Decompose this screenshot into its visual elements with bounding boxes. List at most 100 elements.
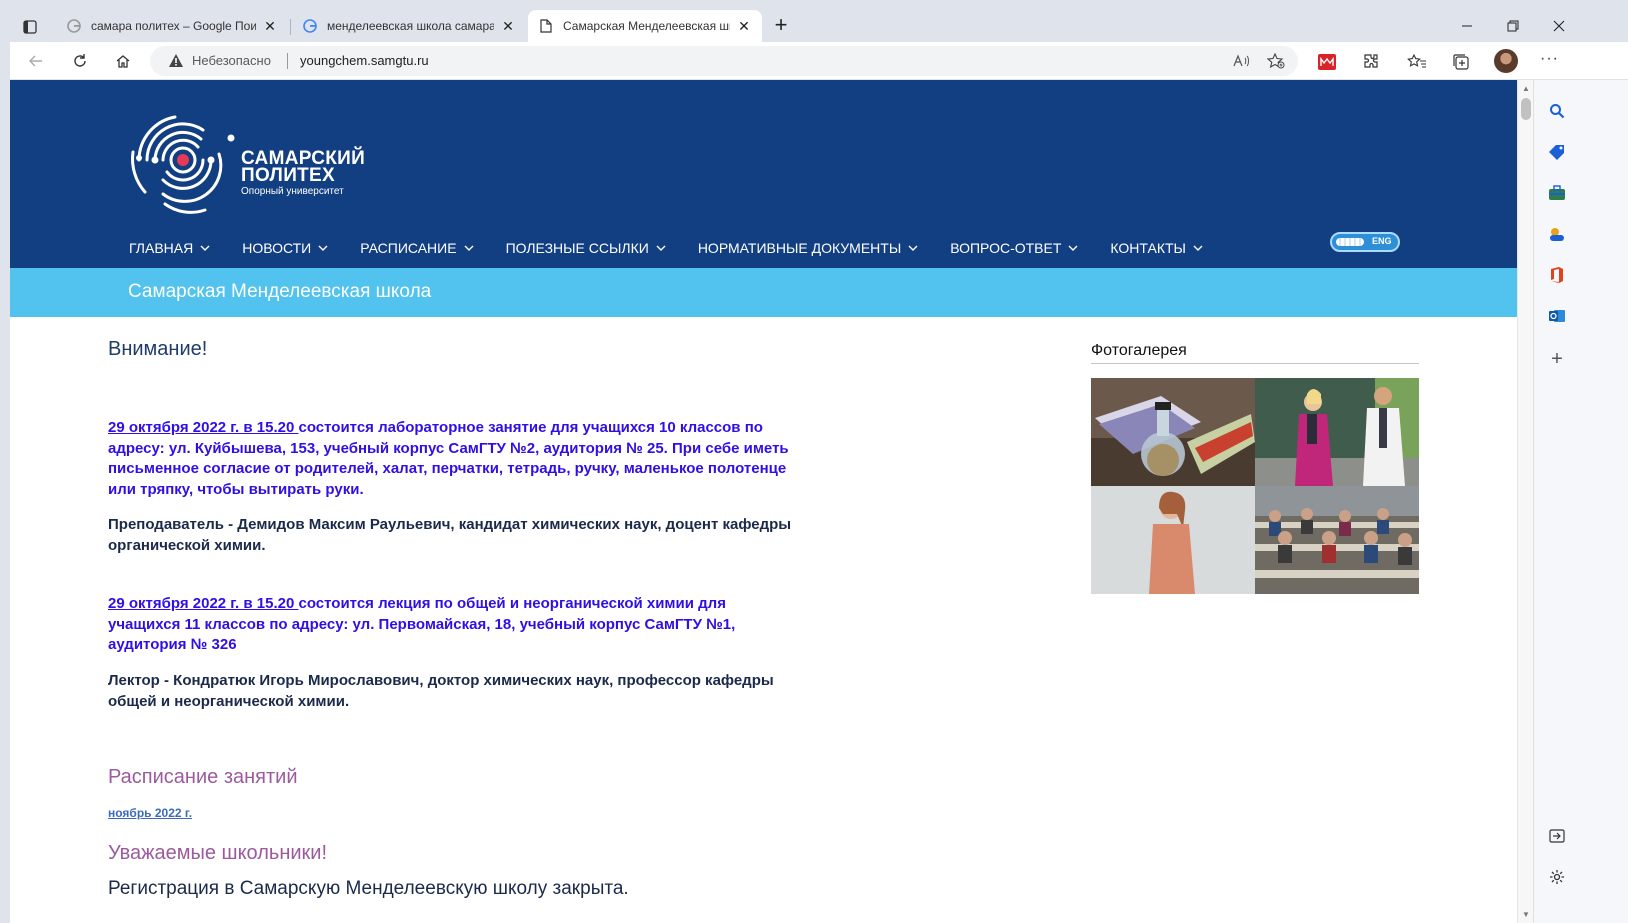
menu-label: НОВОСТИ <box>242 240 312 256</box>
close-tab-icon[interactable]: ✕ <box>500 18 516 34</box>
back-icon[interactable] <box>22 47 50 75</box>
teacher-info: Преподаватель - Демидов Максим Раульевич… <box>108 516 792 554</box>
close-window-button[interactable] <box>1536 10 1582 42</box>
office-icon[interactable] <box>1546 264 1568 286</box>
tab-title: менделеевская школа самара - <box>327 19 494 33</box>
notice-lecture: 29 октября 2022 г. в 15.20 состоится лек… <box>108 594 798 656</box>
toggle-knob <box>1336 238 1364 246</box>
logo-line-2: ПОЛИТЕХ <box>241 165 336 186</box>
collections-icon[interactable] <box>1450 51 1472 73</box>
menu-item-schedule[interactable]: РАСПИСАНИЕ <box>360 238 474 258</box>
chevron-down-icon <box>200 245 210 251</box>
gallery-divider <box>1091 363 1419 364</box>
add-favorite-icon[interactable] <box>1266 52 1286 70</box>
chevron-down-icon <box>656 245 666 251</box>
chevron-down-icon <box>318 245 328 251</box>
site-header: САМАРСКИЙ ПОЛИТЕХ Опорный университет ГЛ… <box>10 80 1517 268</box>
close-tab-icon[interactable]: ✕ <box>262 18 278 34</box>
menu-item-faq[interactable]: ВОПРОС-ОТВЕТ <box>950 238 1078 258</box>
more-menu-icon[interactable]: ··· <box>1540 50 1559 68</box>
tab-strip: самара политех – Google Поиск ✕ менделее… <box>10 10 1628 42</box>
tab-separator <box>290 19 291 35</box>
restore-button[interactable] <box>1490 10 1536 42</box>
tab-active-mendeleev[interactable]: Самарская Менделеевская шко ✕ <box>528 10 762 42</box>
students-heading: Уважаемые школьники! <box>108 842 328 864</box>
menu-label: ВОПРОС-ОТВЕТ <box>950 240 1062 256</box>
reload-icon[interactable] <box>66 47 94 75</box>
tab-title: Самарская Менделеевская шко <box>563 19 730 33</box>
gallery-photo-teachers[interactable] <box>1255 378 1419 486</box>
extension-red-icon[interactable] <box>1316 51 1338 73</box>
chevron-down-icon <box>464 245 474 251</box>
notice-lab-session: 29 октября 2022 г. в 15.20 состоится лаб… <box>108 418 798 500</box>
scroll-down-icon[interactable]: ▼ <box>1522 910 1530 919</box>
url-text[interactable]: youngchem.samgtu.ru <box>300 53 429 68</box>
photo-gallery <box>1091 378 1419 594</box>
gallery-photo-speaker[interactable] <box>1091 486 1255 594</box>
shopping-tag-icon[interactable] <box>1546 141 1568 163</box>
notice-date-link[interactable]: 29 октября 2022 г. в 15.20 <box>108 419 298 436</box>
notice-date-link[interactable]: 29 октября 2022 г. в 15.20 <box>108 595 298 612</box>
gallery-title: Фотогалерея <box>1091 342 1187 359</box>
extensions-icon[interactable] <box>1360 51 1382 73</box>
tab-title: самара политех – Google Поиск <box>91 19 256 33</box>
subtitle-bar: Самарская Менделеевская школа <box>10 268 1517 317</box>
google-icon <box>66 18 82 34</box>
warning-icon[interactable] <box>168 53 184 73</box>
page-icon <box>538 18 554 34</box>
home-icon[interactable] <box>109 47 137 75</box>
browser-window: самара политех – Google Поиск ✕ менделее… <box>10 10 1628 923</box>
menu-label: РАСПИСАНИЕ <box>360 240 457 256</box>
menu-item-useful-links[interactable]: ПОЛЕЗНЫЕ ССЫЛКИ <box>506 238 666 258</box>
language-label: ENG <box>1372 236 1392 246</box>
attention-heading: Внимание! <box>108 338 208 360</box>
scrollbar-thumb[interactable] <box>1521 98 1531 120</box>
new-tab-button[interactable]: + <box>770 14 792 37</box>
tab-google-search-2[interactable]: менделеевская школа самара - ✕ <box>292 10 526 42</box>
gallery-photo-flask[interactable] <box>1091 378 1255 486</box>
registration-status: Регистрация в Самарскую Менделеевскую шк… <box>108 878 629 899</box>
menu-item-main[interactable]: ГЛАВНАЯ <box>129 238 210 258</box>
address-bar[interactable]: Небезопасно youngchem.samgtu.ru <box>150 46 1298 76</box>
samara-polytech-logo[interactable]: САМАРСКИЙ ПОЛИТЕХ Опорный университет <box>125 104 375 216</box>
menu-label: КОНТАКТЫ <box>1110 240 1186 256</box>
logo-tagline: Опорный университет <box>241 186 344 197</box>
read-aloud-icon[interactable] <box>1232 52 1252 70</box>
tab-actions-icon[interactable] <box>18 16 42 38</box>
chevron-down-icon <box>1193 245 1203 251</box>
gallery-photo-classroom[interactable] <box>1255 486 1419 594</box>
tab-google-search-1[interactable]: самара политех – Google Поиск ✕ <box>56 10 288 42</box>
page-viewport: САМАРСКИЙ ПОЛИТЕХ Опорный университет ГЛ… <box>10 80 1517 923</box>
logo-emblem-icon <box>131 115 235 214</box>
settings-gear-icon[interactable] <box>1546 866 1568 888</box>
minimize-button[interactable] <box>1444 10 1490 42</box>
main-content: Внимание! 29 октября 2022 г. в 15.20 сос… <box>108 338 808 899</box>
address-divider <box>287 53 288 69</box>
lecturer-info: Лектор - Кондратюк Игорь Мирославович, д… <box>108 672 774 710</box>
google-icon <box>302 18 318 34</box>
browser-toolbar: Небезопасно youngchem.samgtu.ru ··· <box>10 42 1628 80</box>
schedule-heading: Расписание занятий <box>108 766 298 788</box>
tools-icon[interactable] <box>1546 182 1568 204</box>
page-scrollbar[interactable]: ▲ ▼ <box>1517 80 1533 923</box>
edge-sidebar: + <box>1533 80 1628 923</box>
schedule-month-link[interactable]: ноябрь 2022 г. <box>108 806 192 820</box>
scroll-up-icon[interactable]: ▲ <box>1522 84 1530 93</box>
games-icon[interactable] <box>1546 223 1568 245</box>
search-icon[interactable] <box>1546 100 1568 122</box>
outlook-icon[interactable] <box>1546 305 1568 327</box>
sidebar-panel-icon[interactable] <box>1546 825 1568 847</box>
profile-avatar[interactable] <box>1494 49 1518 73</box>
close-tab-icon[interactable]: ✕ <box>736 18 752 34</box>
security-status-label[interactable]: Небезопасно <box>192 53 271 68</box>
language-toggle[interactable]: ENG <box>1330 232 1400 252</box>
menu-label: НОРМАТИВНЫЕ ДОКУМЕНТЫ <box>697 240 902 256</box>
chevron-down-icon <box>1068 245 1078 251</box>
menu-label: ПОЛЕЗНЫЕ ССЫЛКИ <box>505 240 649 256</box>
favorites-icon[interactable] <box>1406 51 1428 73</box>
add-sidebar-app-icon[interactable]: + <box>1546 348 1568 370</box>
menu-item-documents[interactable]: НОРМАТИВНЫЕ ДОКУМЕНТЫ <box>698 238 918 258</box>
menu-item-contacts[interactable]: КОНТАКТЫ <box>1110 238 1203 258</box>
menu-label: ГЛАВНАЯ <box>129 240 194 256</box>
menu-item-news[interactable]: НОВОСТИ <box>242 238 328 258</box>
